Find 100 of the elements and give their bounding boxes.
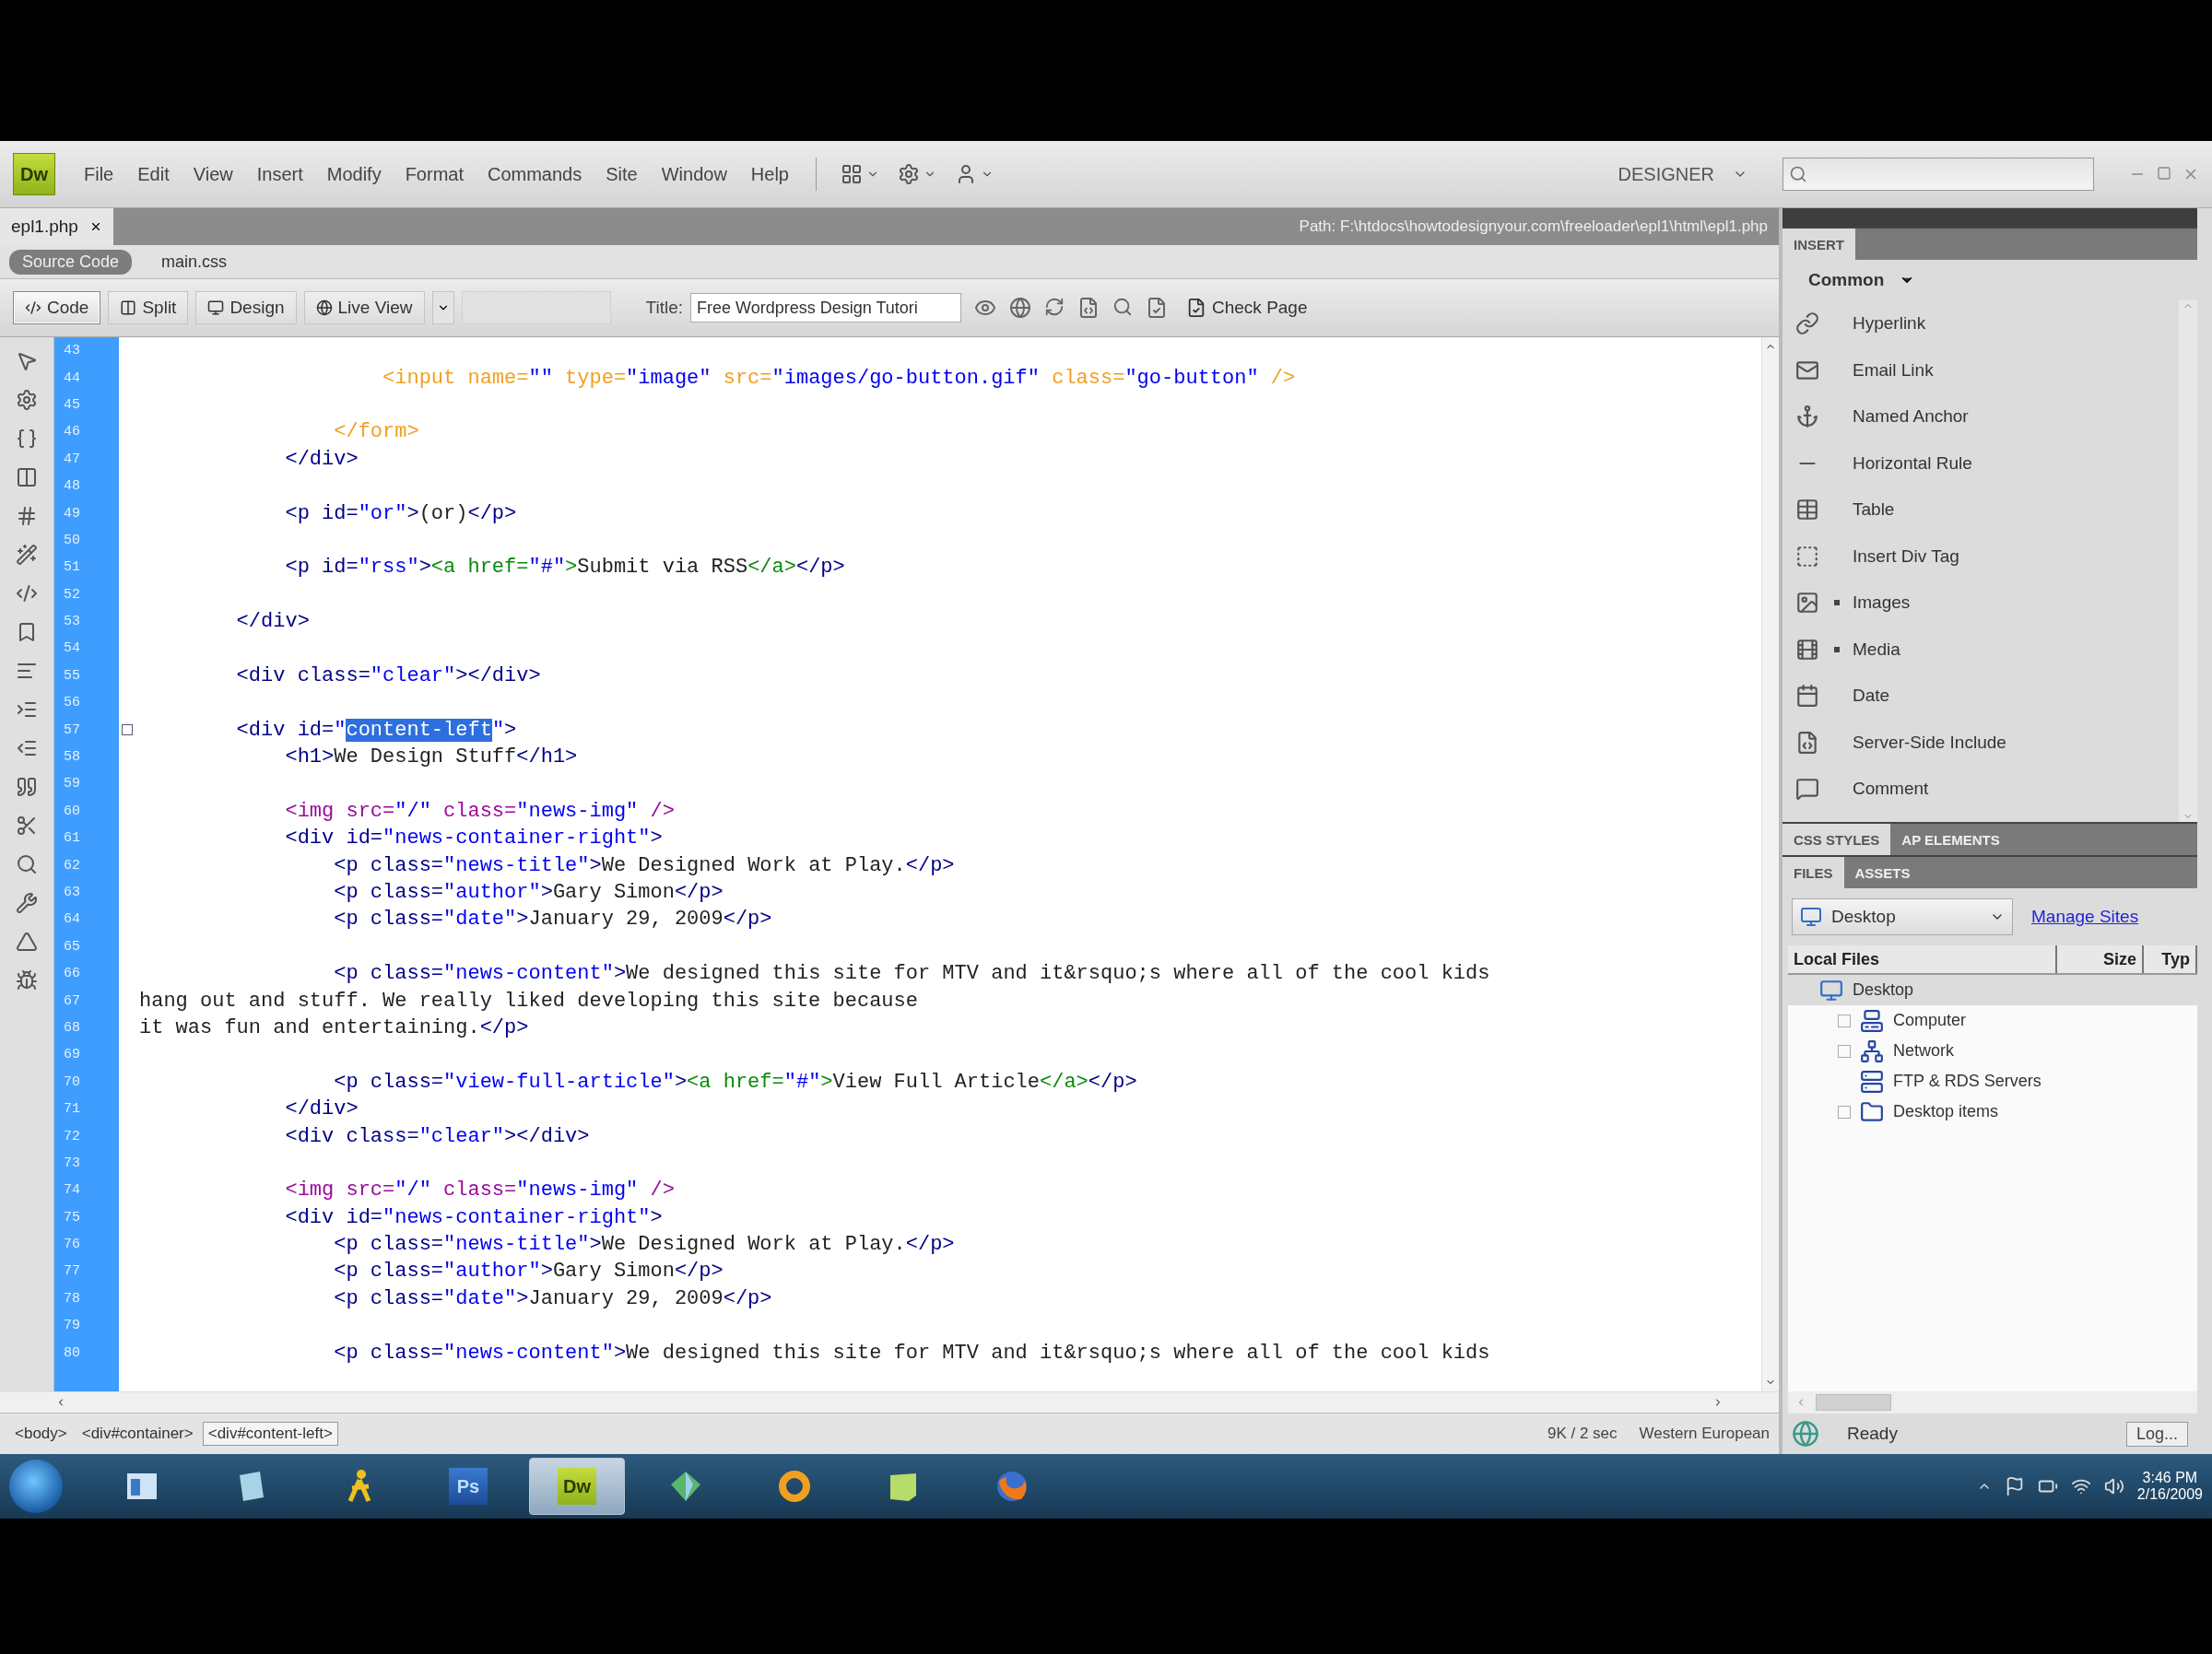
view-button[interactable]: Live View: [303, 291, 425, 324]
menu-item[interactable]: Format: [396, 159, 472, 189]
line-number: 56: [63, 694, 81, 713]
layout-icon[interactable]: [841, 163, 863, 185]
manage-sites-link[interactable]: Manage Sites: [2031, 907, 2139, 927]
comment-icon[interactable]: [1795, 777, 1819, 802]
braces-icon[interactable]: [16, 428, 38, 450]
search-icon[interactable]: [1112, 297, 1133, 317]
hash-icon[interactable]: [16, 505, 38, 527]
start-button[interactable]: [9, 1460, 63, 1513]
pointer-icon[interactable]: [16, 350, 38, 372]
link-icon[interactable]: [1795, 311, 1819, 336]
menu-item[interactable]: Modify: [318, 159, 390, 189]
related-file[interactable]: main.css: [148, 249, 241, 275]
site-dropdown[interactable]: Desktop: [1792, 898, 2013, 935]
globe-icon[interactable]: [1009, 297, 1031, 319]
gear-icon[interactable]: [16, 389, 38, 411]
insert-item[interactable]: Server-Side Include: [1853, 732, 2006, 753]
menu-item[interactable]: Insert: [248, 159, 312, 189]
tag-selector-item[interactable]: <div#content-left>: [202, 1422, 338, 1446]
line-number: 64: [63, 910, 81, 930]
line-number: 78: [63, 1289, 81, 1308]
calendar-icon[interactable]: [1795, 684, 1819, 709]
related-file[interactable]: Source Code: [9, 249, 133, 275]
title-field[interactable]: Free Wordpress Design Tutori: [690, 293, 961, 323]
menu-item[interactable]: Edit: [129, 159, 178, 189]
workspace-switcher[interactable]: DESIGNER: [1612, 162, 1720, 186]
bug-icon[interactable]: [16, 969, 38, 991]
view-button[interactable]: Code: [13, 291, 101, 324]
panel-tab[interactable]: INSERT: [1783, 229, 1855, 260]
line-number: 74: [63, 1181, 81, 1201]
tree-item[interactable]: Desktop: [1788, 975, 2197, 1005]
tag-selector-item[interactable]: <body>: [9, 1422, 73, 1446]
panel-tab[interactable]: CSS STYLES: [1783, 824, 1891, 855]
table-icon[interactable]: [1795, 498, 1819, 522]
panel-tab[interactable]: FILES: [1783, 857, 1844, 888]
insert-item[interactable]: Images: [1853, 592, 1911, 614]
scissors-icon[interactable]: [16, 815, 38, 837]
insert-item[interactable]: Hyperlink: [1853, 313, 1926, 334]
menu-item[interactable]: File: [76, 159, 123, 189]
line-number: 67: [63, 991, 81, 1011]
line-number: 71: [63, 1100, 81, 1120]
tree-item[interactable]: Desktop items: [1788, 1097, 2197, 1127]
view-button[interactable]: Split: [108, 291, 189, 324]
panel-tab[interactable]: ASSETS: [1843, 857, 1922, 888]
code-line: <input name="" type="image" src="images/go-button.gif" class="go-button" />: [382, 365, 1297, 392]
menu-item[interactable]: Help: [742, 159, 797, 189]
tree-item[interactable]: Computer: [1788, 1005, 2197, 1036]
quote-icon[interactable]: [16, 776, 38, 798]
column-header[interactable]: Size: [2057, 945, 2144, 973]
insert-item[interactable]: Comment: [1853, 779, 1929, 800]
clock[interactable]: 3:46 PM 2/16/2009: [2136, 1470, 2203, 1503]
menu-item[interactable]: View: [184, 159, 241, 189]
tag-selector-item[interactable]: <div#container>: [76, 1422, 199, 1446]
triangle-icon[interactable]: [16, 931, 38, 953]
menu-item[interactable]: Commands: [479, 159, 591, 189]
column-header[interactable]: Typ: [2144, 945, 2197, 973]
insert-item[interactable]: Media: [1853, 639, 1900, 660]
menu-item[interactable]: Window: [653, 159, 735, 189]
div-icon[interactable]: [1795, 544, 1819, 569]
category-dropdown[interactable]: Common: [1803, 269, 1890, 291]
line-number: 60: [63, 802, 81, 821]
anchor-icon[interactable]: [1795, 405, 1819, 429]
log-button[interactable]: Log...: [2125, 1421, 2188, 1447]
wrench-icon[interactable]: [16, 892, 38, 914]
insert-item[interactable]: Horizontal Rule: [1853, 452, 1972, 474]
taskbar-app[interactable]: Ps: [420, 1458, 516, 1515]
insert-item[interactable]: Named Anchor: [1853, 406, 1969, 428]
line-number: 70: [63, 1073, 81, 1092]
view-button[interactable]: Design: [195, 291, 297, 324]
insert-item[interactable]: Email Link: [1853, 359, 1934, 381]
taskbar-app[interactable]: Dw: [529, 1458, 625, 1515]
film-icon[interactable]: [1795, 637, 1819, 662]
insert-item[interactable]: Table: [1853, 499, 1895, 521]
line-number: 45: [63, 395, 81, 415]
insert-item[interactable]: Insert Div Tag: [1853, 545, 1959, 567]
insert-item[interactable]: Date: [1853, 686, 1890, 707]
search-field[interactable]: [1783, 158, 2094, 191]
image-icon[interactable]: [1795, 591, 1819, 616]
code-line: <p class="author">Gary Simon</p>: [333, 880, 724, 906]
code-line: <p class="news-title">We Designed Work at Play.</p>: [333, 852, 956, 879]
file-code-icon[interactable]: [1795, 730, 1819, 755]
file-code-icon[interactable]: [1077, 297, 1100, 319]
tree-item[interactable]: Network: [1788, 1036, 2197, 1066]
search-icon[interactable]: [16, 853, 38, 875]
columns-icon[interactable]: [16, 466, 38, 488]
check-page-button[interactable]: Check Page: [1181, 297, 1313, 319]
code-icon[interactable]: [16, 582, 38, 604]
volume-icon[interactable]: [2103, 1476, 2124, 1496]
menu-item[interactable]: Site: [597, 159, 646, 189]
column-header[interactable]: Local Files: [1788, 945, 2057, 973]
refresh-icon[interactable]: [1044, 297, 1065, 317]
line-number: 43: [63, 342, 81, 361]
panel-tab[interactable]: AP ELEMENTS: [1890, 824, 2011, 855]
gear-icon[interactable]: [898, 163, 920, 185]
document-tab[interactable]: epl1.php: [0, 208, 113, 245]
scroll-thumb[interactable]: [1816, 1394, 1891, 1411]
tree-item[interactable]: FTP & RDS Servers: [1788, 1066, 2197, 1097]
file-check-icon[interactable]: [1146, 297, 1168, 319]
wand-icon[interactable]: [16, 544, 38, 566]
